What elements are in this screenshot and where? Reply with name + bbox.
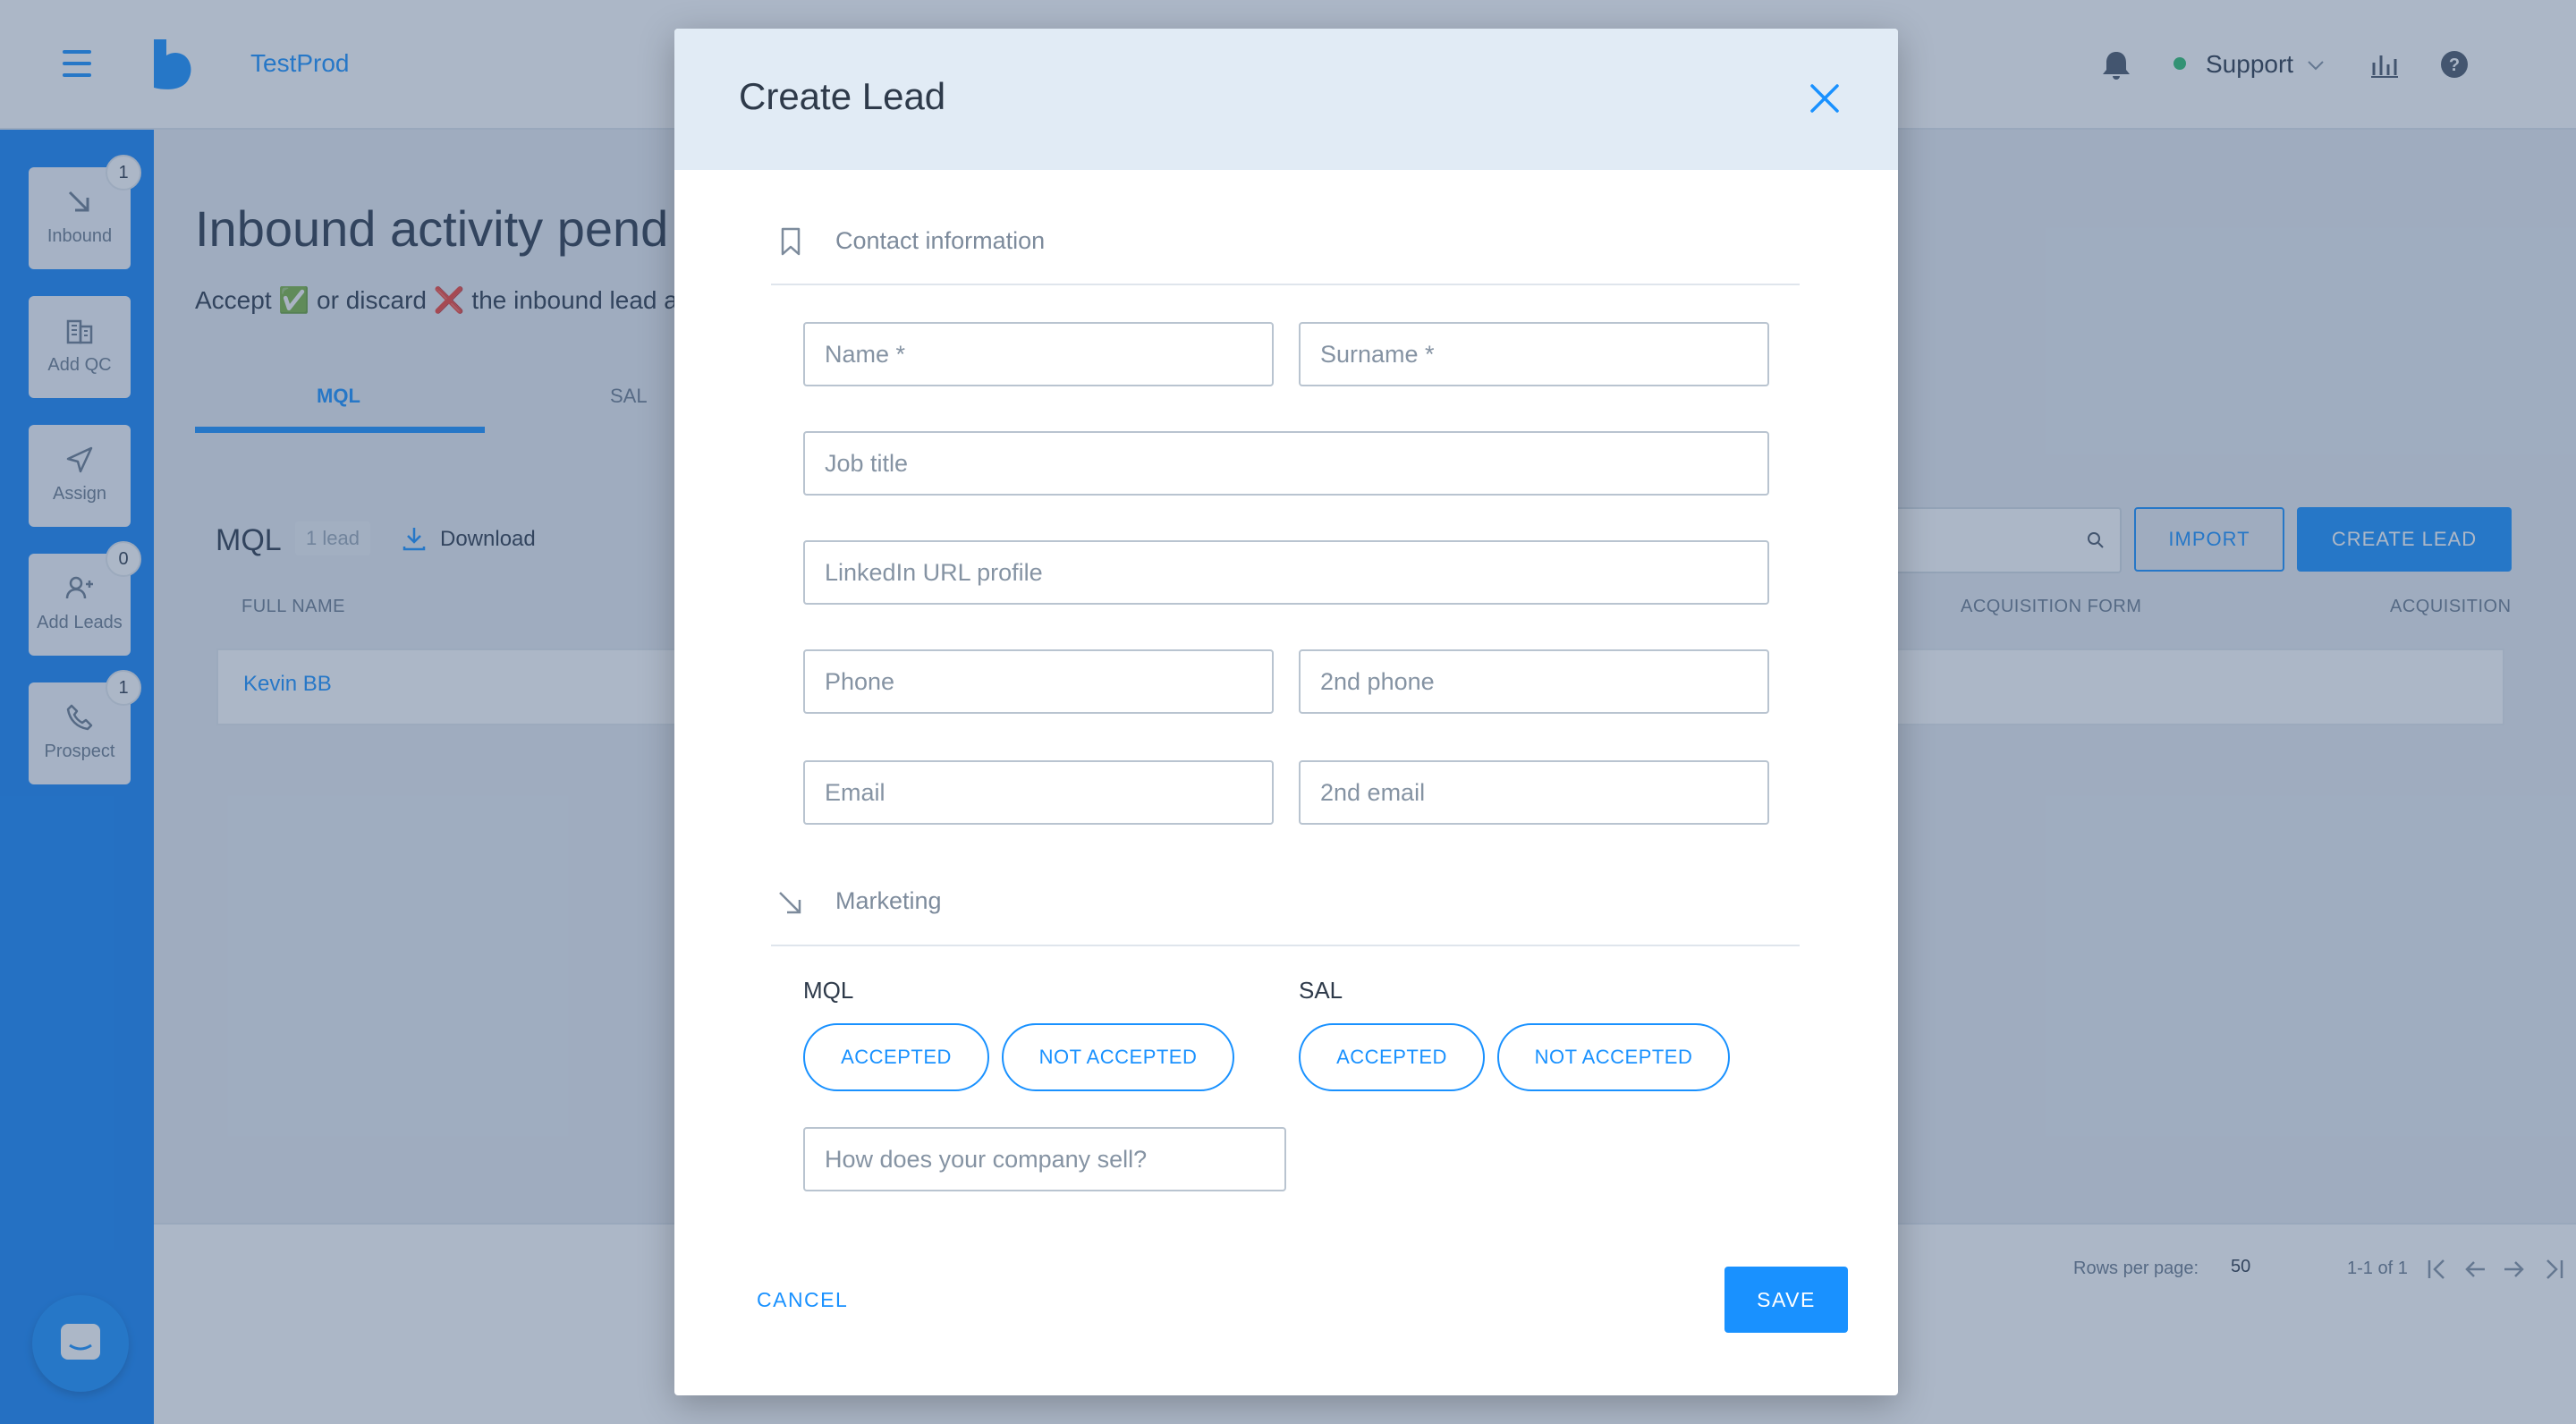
linkedin-url-field[interactable] [803,540,1769,605]
mql-not-accepted-button[interactable]: NOT ACCEPTED [1002,1023,1234,1091]
surname-field[interactable] [1299,322,1769,386]
mql-accepted-button[interactable]: ACCEPTED [803,1023,989,1091]
cancel-button[interactable]: CANCEL [757,1288,848,1312]
job-title-field[interactable] [803,431,1769,496]
sal-accepted-button[interactable]: ACCEPTED [1299,1023,1485,1091]
phone-field[interactable] [803,649,1274,714]
arrow-down-right-icon [779,892,801,914]
mql-group-label: MQL [803,977,854,1004]
email-field[interactable] [803,760,1274,825]
create-lead-dialog: Create Lead Contact information Marketin… [674,29,1898,1395]
close-icon[interactable] [1805,79,1844,118]
second-phone-field[interactable] [1299,649,1769,714]
save-button[interactable]: SAVE [1724,1267,1848,1333]
sal-group-label: SAL [1299,977,1343,1004]
dialog-title: Create Lead [739,75,946,117]
section-title-contact: Contact information [835,227,1046,254]
section-divider [771,284,1800,285]
name-field[interactable] [803,322,1274,386]
bookmark-icon [781,227,801,256]
sal-not-accepted-button[interactable]: NOT ACCEPTED [1497,1023,1730,1091]
company-sell-field[interactable] [803,1127,1286,1191]
section-divider [771,945,1800,946]
section-title-marketing: Marketing [835,887,942,914]
second-email-field[interactable] [1299,760,1769,825]
dialog-header: Create Lead [674,29,1898,170]
